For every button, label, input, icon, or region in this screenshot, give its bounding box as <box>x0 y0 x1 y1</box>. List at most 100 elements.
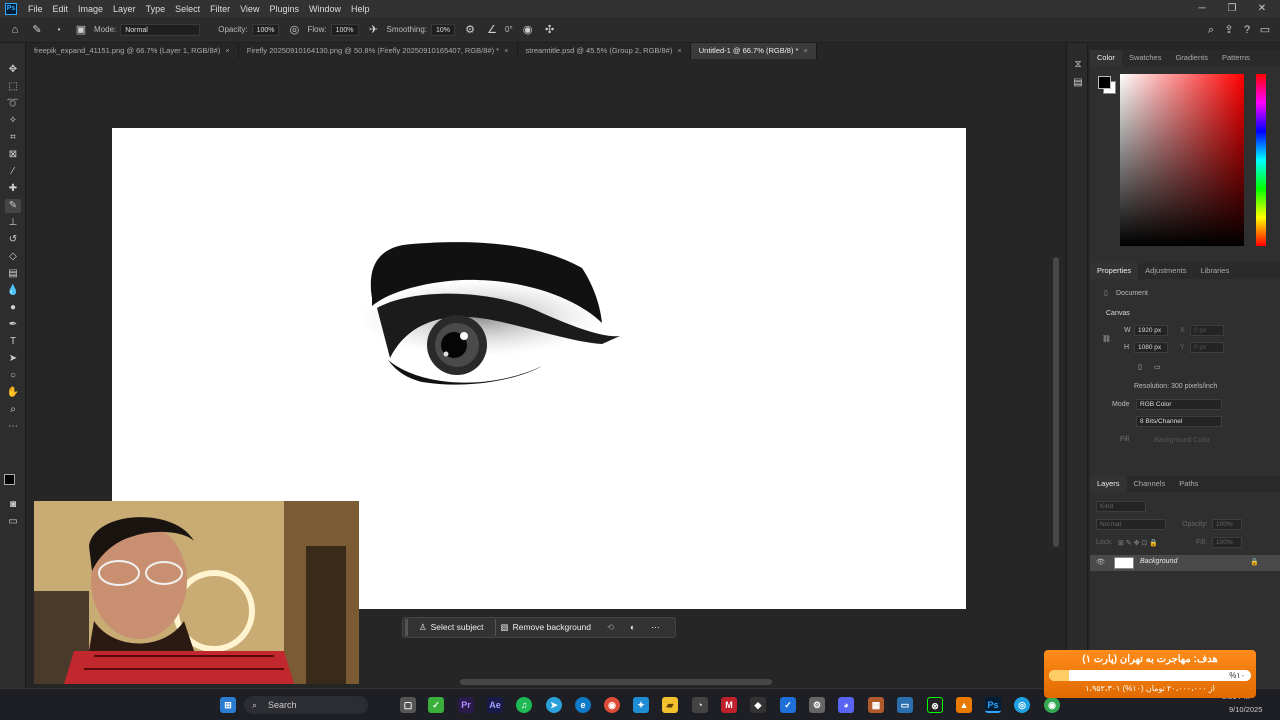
symmetry-icon[interactable]: ✣ <box>543 23 557 37</box>
doc-tab-active[interactable]: Untitled-1 @ 66.7% (RGB/8) * × <box>690 43 817 59</box>
explorer-icon[interactable]: ▰ <box>662 697 678 713</box>
xbox-icon[interactable]: ⊗ <box>927 697 943 713</box>
menu-layer[interactable]: Layer <box>108 4 141 14</box>
adjust-icon[interactable]: ◐ <box>625 619 640 636</box>
tab-properties[interactable]: Properties <box>1090 263 1139 279</box>
app-icon[interactable]: ✓ <box>428 697 444 713</box>
vpn-icon[interactable]: ✓ <box>780 697 796 713</box>
minimize-button[interactable]: ─ <box>1187 0 1217 17</box>
blur-tool-icon[interactable]: 💧 <box>5 284 21 298</box>
layer-row[interactable]: 👁 Background 🔒 <box>1090 555 1280 571</box>
tab-layers[interactable]: Layers <box>1090 476 1127 492</box>
pressure-opacity-icon[interactable]: ◎ <box>287 23 301 37</box>
menu-plugins[interactable]: Plugins <box>264 4 304 14</box>
close-icon[interactable]: × <box>225 46 229 55</box>
lasso-tool-icon[interactable]: ➰ <box>5 97 21 111</box>
hue-slider[interactable] <box>1256 74 1266 246</box>
telegram-icon[interactable]: ➤ <box>546 697 562 713</box>
brush-tool-icon[interactable]: ✎ <box>5 199 21 213</box>
layer-fill-input[interactable]: 100% <box>1212 537 1242 548</box>
move-tool-icon[interactable]: ✥ <box>5 63 21 77</box>
width-input[interactable]: 1920 px <box>1134 325 1168 336</box>
flow-input[interactable]: 100% <box>330 23 359 36</box>
menu-select[interactable]: Select <box>170 4 205 14</box>
comments-panel-icon[interactable]: ▤ <box>1070 76 1086 90</box>
spotify-icon[interactable]: ♫ <box>516 697 532 713</box>
smoothing-input[interactable]: 10% <box>430 23 455 36</box>
layer-name[interactable]: Background <box>1140 558 1177 565</box>
tab-paths[interactable]: Paths <box>1172 476 1205 492</box>
remote-desktop-icon[interactable]: ▭ <box>897 697 913 713</box>
after-effects-icon[interactable]: Ae <box>487 697 503 713</box>
tab-libraries[interactable]: Libraries <box>1193 263 1236 279</box>
tab-adjustments[interactable]: Adjustments <box>1138 263 1193 279</box>
menu-image[interactable]: Image <box>73 4 108 14</box>
close-icon[interactable]: × <box>803 46 807 55</box>
link-icon[interactable]: ⛓ <box>1102 335 1111 343</box>
tab-color[interactable]: Color <box>1090 50 1122 66</box>
quick-mask-icon[interactable]: ◙ <box>5 498 21 512</box>
color-mode-select[interactable]: RGB Color <box>1136 399 1222 410</box>
start-icon[interactable]: ⊞ <box>220 697 236 713</box>
brush-settings-icon[interactable]: ▣ <box>74 23 88 37</box>
more-options-icon[interactable]: ⋯ <box>646 619 665 636</box>
menu-help[interactable]: Help <box>346 4 375 14</box>
healing-tool-icon[interactable]: ✚ <box>5 182 21 196</box>
menu-window[interactable]: Window <box>304 4 346 14</box>
y-input[interactable]: 0 px <box>1190 342 1224 353</box>
mcafee-icon[interactable]: M <box>721 697 737 713</box>
close-icon[interactable]: × <box>504 46 508 55</box>
search-icon[interactable]: ⌕ <box>1204 23 1218 37</box>
chrome-icon[interactable]: ◉ <box>604 697 620 713</box>
help-icon[interactable]: ? <box>1240 23 1254 37</box>
landscape-icon[interactable]: ▭ <box>1154 363 1161 371</box>
brush-preset-icon[interactable]: • <box>52 23 66 37</box>
gear-icon[interactable]: ⚙ <box>463 23 477 37</box>
workspace-icon[interactable]: ▭ <box>1258 23 1272 37</box>
brush-tool-icon[interactable]: ✎ <box>30 23 44 37</box>
bit-depth-select[interactable]: 8 Bits/Channel <box>1136 416 1222 427</box>
mode-select[interactable]: Normal <box>120 23 201 36</box>
app-icon[interactable]: ◎ <box>1014 697 1030 713</box>
task-view-icon[interactable]: ▢ <box>400 697 416 713</box>
canvas-section-title[interactable]: Canvas <box>1106 310 1130 317</box>
pressure-size-icon[interactable]: ◉ <box>521 23 535 37</box>
layer-opacity-input[interactable]: 100% <box>1212 519 1242 530</box>
lock-icons[interactable]: ⊞ ✎ ✥ ⊡ 🔒 <box>1118 539 1158 547</box>
home-icon[interactable]: ⌂ <box>8 23 22 37</box>
premiere-icon[interactable]: Pr <box>458 697 474 713</box>
menu-filter[interactable]: Filter <box>205 4 235 14</box>
layer-filter-input[interactable]: Kind <box>1096 501 1146 512</box>
vlc-icon[interactable]: ▲ <box>956 697 972 713</box>
speed-icon[interactable]: ◔ <box>692 697 708 713</box>
vertical-scrollbar[interactable] <box>1052 62 1060 684</box>
transform-icon[interactable]: ⟲ <box>602 619 619 636</box>
tab-gradients[interactable]: Gradients <box>1168 50 1215 66</box>
gradient-tool-icon[interactable]: ▤ <box>5 267 21 281</box>
airbrush-icon[interactable]: ✈ <box>367 23 381 37</box>
menu-edit[interactable]: Edit <box>48 4 74 14</box>
drag-handle[interactable] <box>405 619 408 636</box>
edge-icon[interactable]: e <box>575 697 591 713</box>
screen-mode-icon[interactable]: ▭ <box>5 515 21 529</box>
frame-tool-icon[interactable]: ⊠ <box>5 148 21 162</box>
more-tools-icon[interactable]: ⋯ <box>5 420 21 434</box>
tab-swatches[interactable]: Swatches <box>1122 50 1169 66</box>
tab-patterns[interactable]: Patterns <box>1215 50 1257 66</box>
share-icon[interactable]: ⇪ <box>1222 23 1236 37</box>
doc-tab[interactable]: freepik_expand_41151.png @ 66.7% (Layer … <box>26 43 239 59</box>
restore-button[interactable]: ❐ <box>1217 0 1247 17</box>
path-select-icon[interactable]: ➤ <box>5 352 21 366</box>
x-input[interactable]: 0 px <box>1190 325 1224 336</box>
taskbar-search[interactable]: ⌕ Search <box>244 696 368 714</box>
menu-view[interactable]: View <box>235 4 264 14</box>
marquee-tool-icon[interactable]: ⬚ <box>5 80 21 94</box>
height-input[interactable]: 1080 px <box>1134 342 1168 353</box>
angle-value[interactable]: 0° <box>505 25 513 34</box>
app-icon[interactable]: ▦ <box>868 697 884 713</box>
crop-tool-icon[interactable]: ⌗ <box>5 131 21 145</box>
menu-type[interactable]: Type <box>141 4 171 14</box>
foreground-color-swatch[interactable] <box>4 474 15 485</box>
doc-tab[interactable]: Firefly 20250910164130.png @ 50.8% (Fire… <box>239 43 518 59</box>
stamp-tool-icon[interactable]: ⊥ <box>5 216 21 230</box>
